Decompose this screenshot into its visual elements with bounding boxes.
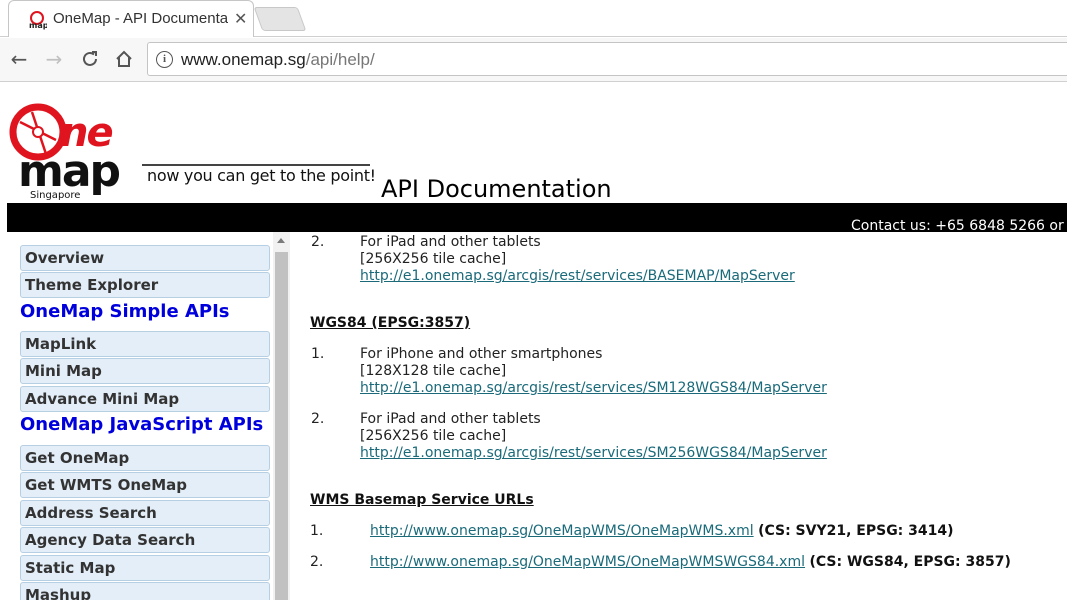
sm128-service-link[interactable]: http://e1.onemap.sg/arcgis/rest/services… — [360, 380, 827, 396]
list-number: 1. — [311, 346, 325, 362]
sidebar-item-maplink[interactable]: MapLink — [20, 331, 270, 357]
sidebar-item-advance-mini-map[interactable]: Advance Mini Map — [20, 386, 270, 412]
url-path: /api/help/ — [305, 50, 375, 69]
sidebar-item-overview[interactable]: Overview — [20, 245, 270, 271]
browser-tab-bar: map OneMap - API Documentation ✕ — [0, 0, 1067, 37]
sidebar-heading-simple-apis: OneMap Simple APIs — [20, 301, 230, 322]
svg-text:map: map — [29, 21, 47, 30]
list-number: 2. — [311, 411, 325, 427]
device-label: For iPad and other tablets — [360, 411, 541, 427]
address-bar[interactable]: i www.onemap.sg/api/help/ — [147, 42, 1067, 76]
sidebar-item-agency-data-search[interactable]: Agency Data Search — [20, 527, 270, 553]
wms-wgs84-link[interactable]: http://www.onemap.sg/OneMapWMS/OneMapWMS… — [370, 554, 805, 570]
url-text: www.onemap.sg/api/help/ — [181, 50, 375, 70]
forward-arrow-icon[interactable]: → — [43, 48, 65, 70]
reload-icon[interactable] — [79, 48, 101, 70]
device-label: For iPhone and other smartphones — [360, 346, 603, 362]
tab-title: OneMap - API Documentation — [53, 10, 228, 27]
wms-list-item: 2. http://www.onemap.sg/OneMapWMS/OneMapW… — [310, 554, 1011, 570]
sidebar-nav: Overview Theme Explorer OneMap Simple AP… — [7, 232, 273, 600]
basemap-service-link[interactable]: http://e1.onemap.sg/arcgis/rest/services… — [360, 268, 795, 284]
home-icon[interactable] — [113, 48, 135, 70]
sidebar-scrollbar[interactable] — [273, 232, 290, 600]
sidebar-item-theme-explorer[interactable]: Theme Explorer — [20, 272, 270, 298]
wms-cs-label: (CS: SVY21, EPSG: 3414) — [758, 523, 954, 539]
sidebar-item-mashup[interactable]: Mashup — [20, 582, 270, 600]
list-number: 2. — [310, 554, 324, 570]
sidebar-item-get-wmts-onemap[interactable]: Get WMTS OneMap — [20, 472, 270, 498]
sidebar-item-mini-map[interactable]: Mini Map — [20, 358, 270, 384]
sidebar-item-get-onemap[interactable]: Get OneMap — [20, 445, 270, 471]
cache-label: [256X256 tile cache] — [360, 428, 507, 444]
sidebar-item-static-map[interactable]: Static Map — [20, 555, 270, 581]
wms-cs-label: (CS: WGS84, EPSG: 3857) — [809, 554, 1011, 570]
info-icon[interactable]: i — [156, 51, 173, 68]
page-title: API Documentation — [381, 175, 612, 203]
cache-label: [256X256 tile cache] — [360, 251, 507, 267]
browser-toolbar: ← → i www.onemap.sg/api/help/ — [0, 38, 1067, 82]
cache-label: [128X128 tile cache] — [360, 363, 507, 379]
close-tab-icon[interactable]: ✕ — [234, 9, 247, 28]
logo-subtitle: Singapore — [30, 190, 80, 200]
scroll-up-arrow-icon[interactable] — [277, 238, 285, 243]
back-arrow-icon[interactable]: ← — [8, 48, 30, 70]
contact-text: Contact us: +65 6848 5266 or — [851, 218, 1064, 232]
section-heading-wgs84: WGS84 (EPSG:3857) — [310, 315, 471, 331]
scrollbar-thumb[interactable] — [275, 252, 288, 600]
list-number: 1. — [310, 523, 324, 539]
main-content: 2. For iPad and other tablets [256X256 t… — [290, 232, 1067, 600]
sidebar-item-address-search[interactable]: Address Search — [20, 500, 270, 526]
url-host: www.onemap.sg — [181, 50, 306, 69]
sidebar-heading-javascript-apis: OneMap JavaScript APIs — [20, 414, 264, 435]
device-label: For iPad and other tablets — [360, 234, 541, 250]
onemap-favicon-icon: map — [29, 11, 47, 30]
wms-svy21-link[interactable]: http://www.onemap.sg/OneMapWMS/OneMapWMS… — [370, 523, 754, 539]
section-heading-wms: WMS Basemap Service URLs — [310, 492, 534, 508]
wms-list-item: 1. http://www.onemap.sg/OneMapWMS/OneMapW… — [310, 523, 954, 539]
browser-tab[interactable]: map OneMap - API Documentation ✕ — [8, 0, 254, 37]
sm256-service-link[interactable]: http://e1.onemap.sg/arcgis/rest/services… — [360, 445, 827, 461]
new-tab-button[interactable] — [253, 7, 307, 31]
list-number: 2. — [311, 234, 325, 250]
onemap-logo[interactable]: ne map Singapore — [8, 94, 133, 200]
contact-bar: Contact us: +65 6848 5266 or — [7, 203, 1067, 232]
tagline: now you can get to the point! — [147, 166, 376, 185]
